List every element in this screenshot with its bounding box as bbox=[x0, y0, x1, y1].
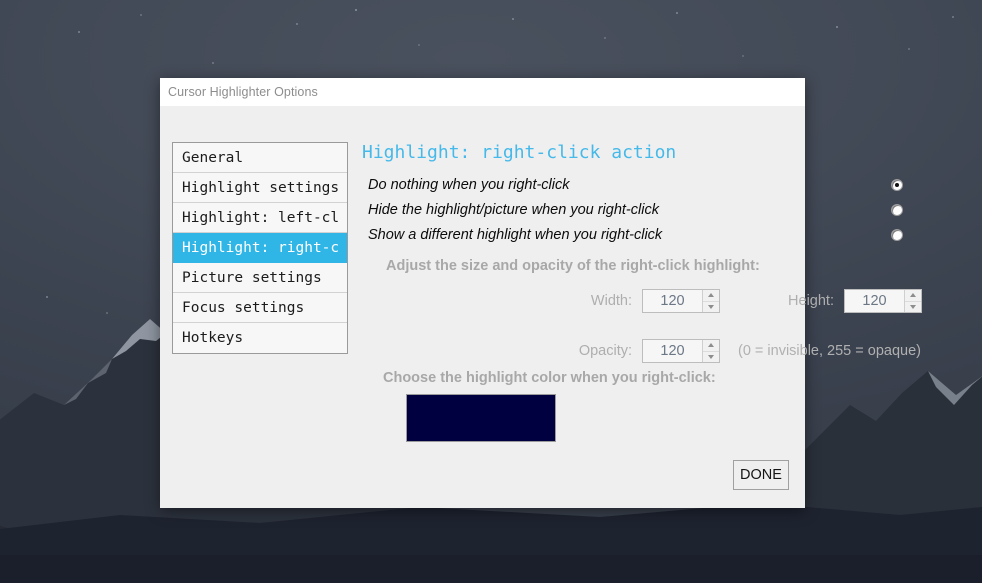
radio-label-hide-highlight: Hide the highlight/picture when you righ… bbox=[368, 202, 659, 218]
radio-button-show-different-highlight[interactable] bbox=[891, 229, 903, 241]
star-icon bbox=[742, 55, 744, 57]
pane-heading: Highlight: right-click action bbox=[362, 142, 677, 163]
star-icon bbox=[836, 26, 838, 28]
radio-label-do-nothing: Do nothing when you right-click bbox=[368, 177, 570, 193]
desktop-wallpaper: Cursor Highlighter Options General Highl… bbox=[0, 0, 982, 583]
opacity-increment-icon[interactable] bbox=[703, 340, 719, 352]
height-field-row: Height: 120 bbox=[768, 289, 922, 313]
dialog-titlebar[interactable]: Cursor Highlighter Options bbox=[160, 78, 805, 106]
star-icon bbox=[604, 37, 606, 39]
height-increment-icon[interactable] bbox=[905, 290, 921, 302]
settings-pane: Highlight: right-click action Do nothing… bbox=[358, 106, 922, 508]
star-icon bbox=[78, 31, 80, 33]
star-icon bbox=[676, 12, 678, 14]
radio-option-show-different-highlight[interactable]: Show a different highlight when you righ… bbox=[368, 224, 948, 246]
opacity-decrement-icon[interactable] bbox=[703, 352, 719, 363]
radio-button-do-nothing[interactable] bbox=[891, 179, 903, 191]
star-icon bbox=[296, 23, 298, 25]
adjust-size-opacity-caption: Adjust the size and opacity of the right… bbox=[386, 258, 760, 274]
height-decrement-icon[interactable] bbox=[905, 302, 921, 313]
star-icon bbox=[46, 296, 48, 298]
sidebar-item-highlight-left-click[interactable]: Highlight: left-cl bbox=[173, 203, 347, 233]
width-value[interactable]: 120 bbox=[643, 290, 702, 312]
choose-color-caption: Choose the highlight color when you righ… bbox=[383, 370, 716, 386]
width-increment-icon[interactable] bbox=[703, 290, 719, 302]
opacity-hint-text: (0 = invisible, 255 = opaque) bbox=[738, 343, 921, 359]
star-icon bbox=[952, 16, 954, 18]
height-stepper[interactable]: 120 bbox=[844, 289, 922, 313]
opacity-stepper[interactable]: 120 bbox=[642, 339, 720, 363]
opacity-stepper-buttons[interactable] bbox=[702, 340, 719, 362]
star-icon bbox=[908, 48, 910, 50]
opacity-field-row: Opacity: 120 bbox=[566, 339, 720, 363]
height-value[interactable]: 120 bbox=[845, 290, 904, 312]
opacity-value[interactable]: 120 bbox=[643, 340, 702, 362]
settings-category-list[interactable]: General Highlight settings Highlight: le… bbox=[172, 142, 348, 354]
radio-option-do-nothing[interactable]: Do nothing when you right-click bbox=[368, 174, 948, 196]
radio-dot-icon bbox=[895, 183, 899, 187]
star-icon bbox=[355, 9, 357, 11]
sidebar-item-highlight-settings[interactable]: Highlight settings bbox=[173, 173, 347, 203]
height-label: Height: bbox=[788, 293, 834, 309]
width-label: Width: bbox=[590, 293, 632, 309]
radio-button-hide-highlight[interactable] bbox=[891, 204, 903, 216]
radio-option-hide-highlight[interactable]: Hide the highlight/picture when you righ… bbox=[368, 199, 948, 221]
highlight-color-swatch[interactable] bbox=[406, 394, 556, 442]
width-field-row: Width: 120 bbox=[566, 289, 720, 313]
done-button[interactable]: DONE bbox=[733, 460, 789, 490]
sidebar-item-picture-settings[interactable]: Picture settings bbox=[173, 263, 347, 293]
width-decrement-icon[interactable] bbox=[703, 302, 719, 313]
star-icon bbox=[106, 312, 108, 314]
sidebar-item-hotkeys[interactable]: Hotkeys bbox=[173, 323, 347, 353]
height-stepper-buttons[interactable] bbox=[904, 290, 921, 312]
dialog-client-area: General Highlight settings Highlight: le… bbox=[160, 106, 922, 508]
dialog-title: Cursor Highlighter Options bbox=[168, 85, 318, 99]
radio-label-show-different-highlight: Show a different highlight when you righ… bbox=[368, 227, 663, 243]
cursor-highlighter-options-dialog: Cursor Highlighter Options General Highl… bbox=[160, 78, 922, 508]
width-stepper-buttons[interactable] bbox=[702, 290, 719, 312]
opacity-label: Opacity: bbox=[578, 343, 632, 359]
sidebar-item-general[interactable]: General bbox=[173, 143, 347, 173]
width-stepper[interactable]: 120 bbox=[642, 289, 720, 313]
star-icon bbox=[212, 62, 214, 64]
star-icon bbox=[418, 44, 420, 46]
star-icon bbox=[140, 14, 142, 16]
sidebar-item-highlight-right-click[interactable]: Highlight: right-c bbox=[173, 233, 347, 263]
star-icon bbox=[512, 18, 514, 20]
sidebar-item-focus-settings[interactable]: Focus settings bbox=[173, 293, 347, 323]
